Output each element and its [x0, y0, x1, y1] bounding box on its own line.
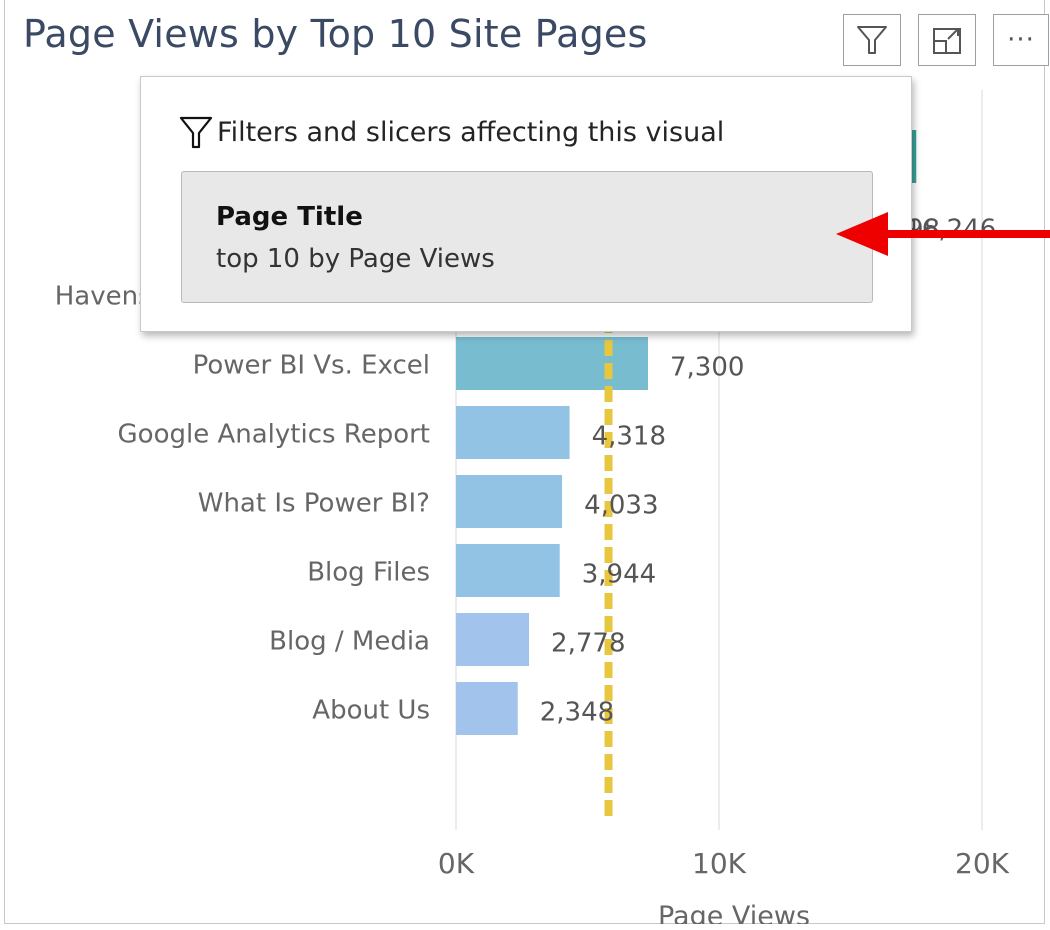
bar-chart-visual[interactable]: Havens Consulting — SecurePower BI Vs. E…	[4, 0, 1049, 924]
bar[interactable]	[456, 544, 560, 597]
filters-popup: Filters and slicers affecting this visua…	[140, 76, 912, 332]
popup-header: Filters and slicers affecting this visua…	[179, 115, 724, 149]
filter-icon	[857, 26, 887, 54]
category-label: About Us	[312, 696, 430, 726]
more-options-button[interactable]: ···	[993, 14, 1049, 66]
data-label: 3,944	[582, 560, 656, 590]
filter-icon	[179, 116, 213, 149]
visual-title: Page Views by Top 10 Site Pages	[23, 12, 648, 56]
category-label: What Is Power BI?	[198, 489, 430, 519]
data-label: 4,033	[584, 491, 658, 521]
focus-mode-icon	[933, 28, 961, 54]
data-label: 2,778	[551, 629, 625, 659]
bar[interactable]	[456, 613, 530, 666]
more-options-icon: ···	[1007, 25, 1035, 55]
bar[interactable]	[456, 475, 563, 528]
bar[interactable]	[456, 337, 648, 390]
data-label: 7,300	[670, 353, 744, 383]
bar[interactable]	[456, 682, 518, 735]
x-tick-label: 10K	[692, 847, 747, 880]
category-label: Power BI Vs. Excel	[193, 351, 430, 381]
focus-mode-button[interactable]	[918, 14, 976, 66]
x-axis-title: Page Views	[658, 901, 810, 924]
x-tick-label: 0K	[438, 847, 475, 880]
category-label: Google Analytics Report	[118, 420, 430, 450]
filter-card[interactable]: Page Title top 10 by Page Views	[181, 171, 873, 303]
filter-field-name: Page Title	[216, 202, 363, 232]
filter-description: top 10 by Page Views	[216, 244, 495, 274]
x-axis-tick-labels: 0K 10K 20K	[438, 847, 1010, 880]
category-labels: Havens Consulting — SecurePower BI Vs. E…	[55, 282, 430, 726]
data-label: 4,318	[592, 422, 666, 452]
popup-heading: Filters and slicers affecting this visua…	[217, 116, 725, 148]
category-label: Blog / Media	[269, 627, 430, 657]
data-label: 2,348	[540, 698, 614, 728]
bar[interactable]	[456, 406, 570, 459]
filter-button[interactable]	[843, 14, 901, 66]
x-tick-label: 20K	[955, 847, 1010, 880]
category-label: Blog Files	[307, 558, 430, 588]
